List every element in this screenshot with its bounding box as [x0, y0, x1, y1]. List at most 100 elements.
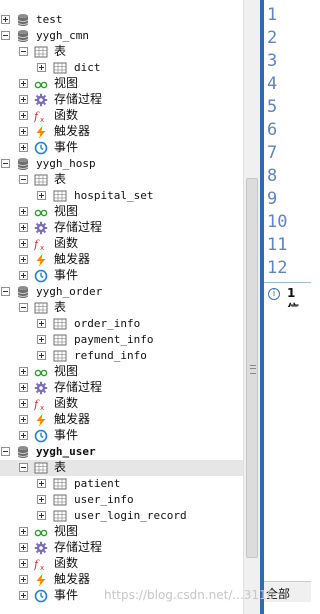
line-number: 12 [267, 258, 288, 278]
expand-toggle-icon[interactable] [19, 367, 28, 376]
database-icon [16, 13, 30, 27]
tree-functions-folder[interactable]: f x 函数 [0, 236, 243, 252]
expand-toggle-icon[interactable] [19, 223, 28, 232]
collapse-toggle-icon[interactable] [1, 31, 10, 40]
expand-toggle-icon[interactable] [19, 415, 28, 424]
expand-toggle-icon[interactable] [19, 143, 28, 152]
tree-procedures-folder[interactable]: 存储过程 [0, 220, 243, 236]
collapse-toggle-icon[interactable] [19, 463, 28, 472]
expand-toggle-icon[interactable] [37, 319, 46, 328]
tree-procedures-folder[interactable]: 存储过程 [0, 540, 243, 556]
tree-item-label: 事件 [54, 588, 79, 602]
tree-triggers-folder[interactable]: 触发器 [0, 252, 243, 268]
expand-toggle-icon[interactable] [19, 527, 28, 536]
clock-icon [34, 429, 48, 443]
table-icon [53, 493, 67, 507]
watermark-text: https://blog.csdn.net/...3116 [104, 588, 275, 602]
expand-toggle-icon[interactable] [19, 79, 28, 88]
tree-procedures-folder[interactable]: 存储过程 [0, 380, 243, 396]
expand-toggle-icon[interactable] [19, 239, 28, 248]
tree-table[interactable]: patient [0, 476, 243, 492]
expand-toggle-icon[interactable] [37, 479, 46, 488]
collapse-toggle-icon[interactable] [1, 159, 10, 168]
tree-procedures-folder[interactable]: 存储过程 [0, 92, 243, 108]
collapse-toggle-icon[interactable] [1, 447, 10, 456]
table-icon [53, 333, 67, 347]
tree-item-label: yygh_user [36, 445, 96, 458]
object-tree[interactable]: test yygh_cmn 表 dict 视图 存储过程 f x 函数 触发器 事件 yygh_hos… [0, 0, 244, 614]
sql-editor[interactable]: 1 2 3 4 5 6 7 8 9 10 11 12 [264, 0, 311, 282]
expand-toggle-icon[interactable] [19, 431, 28, 440]
tree-item-label: 触发器 [54, 412, 91, 426]
collapse-toggle-icon[interactable] [1, 287, 10, 296]
expand-toggle-icon[interactable] [19, 399, 28, 408]
expand-toggle-icon[interactable] [19, 111, 28, 120]
expand-toggle-icon[interactable] [19, 383, 28, 392]
expand-toggle-icon[interactable] [19, 559, 28, 568]
tree-vertical-scrollbar[interactable] [243, 0, 261, 614]
tree-tables-folder[interactable]: 表 [0, 172, 243, 188]
expand-toggle-icon[interactable] [19, 127, 28, 136]
svg-text:x: x [40, 404, 44, 411]
tree-tables-folder[interactable]: 表 [0, 460, 243, 476]
tree-database[interactable]: yygh_cmn [0, 28, 243, 44]
expand-toggle-icon[interactable] [19, 591, 28, 600]
expand-toggle-icon[interactable] [19, 207, 28, 216]
tree-database[interactable]: yygh_user [0, 444, 243, 460]
clock-icon [34, 589, 48, 603]
tree-tables-folder[interactable]: 表 [0, 44, 243, 60]
lightning-icon [34, 413, 48, 427]
expand-toggle-icon[interactable] [37, 335, 46, 344]
expand-toggle-icon[interactable] [19, 255, 28, 264]
tree-table[interactable]: payment_info [0, 332, 243, 348]
tree-events-folder[interactable]: 事件 [0, 268, 243, 284]
tree-scrollbar-thumb[interactable] [246, 178, 258, 558]
tree-table[interactable]: user_info [0, 492, 243, 508]
tree-triggers-folder[interactable]: 触发器 [0, 124, 243, 140]
collapse-toggle-icon[interactable] [19, 47, 28, 56]
expand-toggle-icon[interactable] [37, 351, 46, 360]
tree-events-folder[interactable]: 事件 [0, 140, 243, 156]
collapse-toggle-icon[interactable] [19, 175, 28, 184]
tree-table[interactable]: order_info [0, 316, 243, 332]
tree-database[interactable]: yygh_order [0, 284, 243, 300]
tree-item-label: 事件 [54, 268, 79, 282]
expand-toggle-icon[interactable] [19, 543, 28, 552]
expand-toggle-icon[interactable] [1, 15, 10, 24]
tree-table[interactable]: refund_info [0, 348, 243, 364]
expand-toggle-icon[interactable] [37, 63, 46, 72]
collapse-toggle-icon[interactable] [19, 303, 28, 312]
tree-item-label: 视图 [54, 204, 79, 218]
tree-functions-folder[interactable]: f x 函数 [0, 108, 243, 124]
table-icon [53, 509, 67, 523]
tree-triggers-folder[interactable]: 触发器 [0, 412, 243, 428]
expand-toggle-icon[interactable] [37, 495, 46, 504]
expand-toggle-icon[interactable] [37, 191, 46, 200]
tree-database[interactable]: yygh_hosp [0, 156, 243, 172]
gear-icon [34, 221, 48, 235]
tree-table[interactable]: user_login_record [0, 508, 243, 524]
tree-table[interactable]: dict [0, 60, 243, 76]
tree-item-label: 表 [54, 300, 67, 314]
line-number: 2 [267, 28, 278, 48]
expand-toggle-icon[interactable] [19, 95, 28, 104]
tree-table[interactable]: hospital_set [0, 188, 243, 204]
tree-views-folder[interactable]: 视图 [0, 364, 243, 380]
tree-views-folder[interactable]: 视图 [0, 524, 243, 540]
expand-toggle-icon[interactable] [19, 271, 28, 280]
tree-functions-folder[interactable]: f x 函数 [0, 396, 243, 412]
expand-toggle-icon[interactable] [19, 575, 28, 584]
tree-database[interactable]: test [0, 12, 243, 28]
tree-views-folder[interactable]: 视图 [0, 76, 243, 92]
tree-triggers-folder[interactable]: 触发器 [0, 572, 243, 588]
function-icon: fx [33, 109, 48, 124]
tree-item-label: 存储过程 [54, 380, 103, 394]
tree-events-folder[interactable]: 事件 [0, 428, 243, 444]
messages-tab-bar[interactable]: i 1 信 [264, 282, 311, 316]
tree-functions-folder[interactable]: f x 函数 [0, 556, 243, 572]
tree-tables-folder[interactable]: 表 [0, 300, 243, 316]
tables-folder-icon [34, 301, 48, 315]
tree-views-folder[interactable]: 视图 [0, 204, 243, 220]
expand-toggle-icon[interactable] [37, 511, 46, 520]
tree-item-label: payment_info [74, 333, 154, 346]
